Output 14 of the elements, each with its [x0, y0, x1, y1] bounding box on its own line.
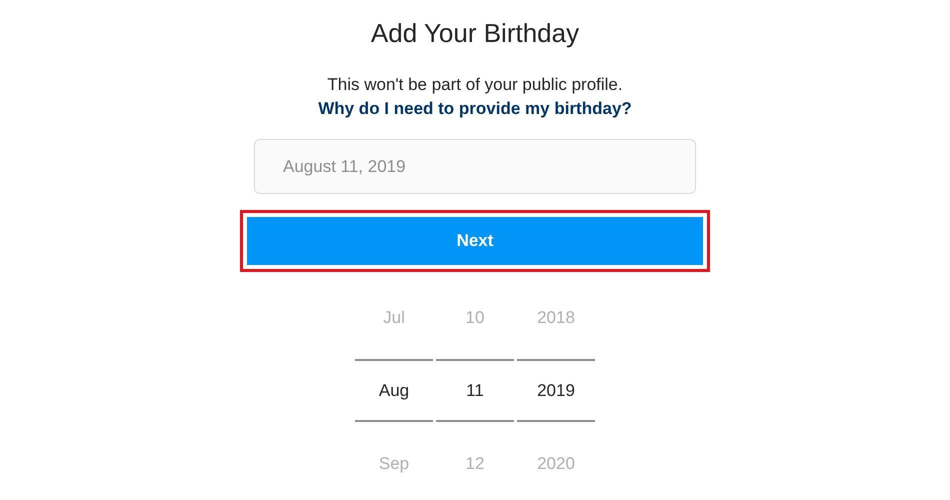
- picker-option[interactable]: 10: [436, 281, 514, 354]
- help-link[interactable]: Why do I need to provide my birthday?: [318, 99, 632, 119]
- picker-option[interactable]: 2019: [517, 359, 595, 422]
- picker-option[interactable]: 11: [436, 359, 514, 422]
- picker-option[interactable]: 12: [436, 427, 514, 500]
- picker-option[interactable]: Sep: [355, 427, 433, 500]
- page-title: Add Your Birthday: [370, 17, 580, 49]
- picker-option[interactable]: 2020: [517, 427, 595, 500]
- picker-option[interactable]: Aug: [355, 359, 433, 422]
- picker-option[interactable]: 2018: [517, 281, 595, 354]
- date-field[interactable]: August 11, 2019: [254, 139, 696, 194]
- subtitle: This won't be part of your public profile.: [327, 75, 623, 95]
- next-button[interactable]: Next: [247, 217, 703, 265]
- picker-option[interactable]: Jul: [355, 281, 433, 354]
